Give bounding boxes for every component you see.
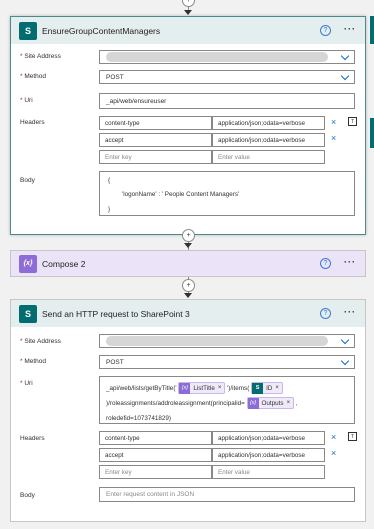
header-value[interactable]: application/json;odata=verbose <box>212 133 325 147</box>
switch-mode-icon[interactable]: T <box>348 117 357 126</box>
card-header[interactable]: S Send an HTTP request to SharePoint 3 ?… <box>11 300 365 327</box>
headers-label: Headers <box>20 119 45 126</box>
remove-header-icon[interactable]: × <box>331 449 336 458</box>
help-icon[interactable]: ? <box>320 308 331 319</box>
remove-token-icon[interactable]: × <box>287 396 291 411</box>
switch-mode-icon[interactable]: T <box>348 432 357 441</box>
site-address-dropdown[interactable] <box>99 50 355 64</box>
token-label: ID <box>266 384 273 392</box>
edge-accent <box>370 118 374 148</box>
arrow-down-icon <box>184 243 192 248</box>
chevron-down-icon[interactable] <box>340 71 350 81</box>
plus-icon: + <box>186 0 191 4</box>
header-key[interactable]: content-type <box>99 116 212 130</box>
body-placeholder: Enter request content in JSON <box>106 491 195 498</box>
more-options-icon[interactable]: ··· <box>344 257 356 267</box>
compose-icon: {x} <box>247 397 259 409</box>
more-options-icon[interactable]: ··· <box>344 24 356 34</box>
uri-text: , <box>295 400 298 407</box>
method-value: POST <box>106 73 124 81</box>
chevron-down-icon[interactable] <box>340 335 350 345</box>
more-options-icon[interactable]: ··· <box>344 307 356 317</box>
body-input[interactable]: Enter request content in JSON <box>99 487 355 502</box>
body-label: Body <box>20 177 35 184</box>
uri-input[interactable]: _api/web/lists/getByTitle(' {x} ListTitle… <box>99 376 355 424</box>
add-step-button[interactable]: + <box>182 0 195 7</box>
token-label: ListTitle <box>193 384 215 392</box>
header-value[interactable]: application/json;odata=verbose <box>212 116 325 130</box>
plus-icon: + <box>186 232 191 239</box>
token-id[interactable]: S ID × <box>251 381 283 396</box>
card-header[interactable]: {x} Compose 2 ? ··· <box>11 251 365 276</box>
uri-text: _api/web/lists/getByTitle(' <box>106 385 177 392</box>
remove-header-icon[interactable]: × <box>331 118 336 127</box>
sharepoint-icon: S <box>19 21 37 40</box>
arrow-down-icon <box>184 10 192 15</box>
header-value-input[interactable]: Enter value <box>212 465 325 479</box>
redacted-value <box>106 336 328 346</box>
action-card-compose[interactable]: {x} Compose 2 ? ··· <box>10 250 366 277</box>
uri-text: _api/web/ensureuser <box>106 97 167 105</box>
header-key[interactable]: accept <box>99 133 212 147</box>
header-value-input[interactable]: Enter value <box>212 150 325 164</box>
method-value: POST <box>106 358 124 366</box>
body-input[interactable]: { 'logonName' : ' People Content Manager… <box>99 171 355 216</box>
token-listtitle[interactable]: {x} ListTitle × <box>178 381 226 396</box>
site-address-label: * Site Address <box>20 53 61 60</box>
compose-icon: {x} <box>19 254 37 273</box>
header-key-input[interactable]: Enter key <box>99 465 212 479</box>
plus-icon: + <box>186 282 191 289</box>
compose-icon: {x} <box>179 382 191 394</box>
action-card-send-http[interactable]: S Send an HTTP request to SharePoint 3 ?… <box>10 299 366 522</box>
method-dropdown[interactable]: POST <box>99 70 355 84</box>
uri-input[interactable]: _api/web/ensureuser <box>99 93 355 109</box>
remove-header-icon[interactable]: × <box>331 433 336 442</box>
chevron-down-icon[interactable] <box>340 356 350 366</box>
card-title[interactable]: Send an HTTP request to SharePoint 3 <box>42 309 190 319</box>
header-key-input[interactable]: Enter key <box>99 150 212 164</box>
header-key[interactable]: content-type <box>99 431 212 445</box>
edge-accent <box>370 16 374 44</box>
card-title[interactable]: Compose 2 <box>42 259 85 269</box>
method-label: * Method <box>20 358 47 365</box>
uri-text: ')/items( <box>227 385 250 392</box>
token-outputs[interactable]: {x} Outputs × <box>246 396 295 411</box>
site-address-label: * Site Address <box>20 338 61 345</box>
remove-token-icon[interactable]: × <box>218 381 222 396</box>
body-label: Body <box>20 492 35 499</box>
token-label: Outputs <box>261 399 284 407</box>
remove-header-icon[interactable]: × <box>331 134 336 143</box>
remove-token-icon[interactable]: × <box>275 381 279 396</box>
card-title[interactable]: EnsureGroupContentManagers <box>42 26 160 36</box>
help-icon[interactable]: ? <box>320 258 331 269</box>
action-card-ensure-group[interactable]: S EnsureGroupContentManagers ? ··· * Sit… <box>10 16 366 235</box>
uri-text: )/roleassignments/addroleassignment(prin… <box>106 400 245 407</box>
header-value[interactable]: application/json;odata=verbose <box>212 431 325 445</box>
header-value[interactable]: application/json;odata=verbose <box>212 448 325 462</box>
body-line: 'logonName' : ' People Content Managers' <box>122 191 240 198</box>
redacted-value <box>106 52 328 62</box>
uri-label: * Uri <box>20 380 33 387</box>
add-step-button[interactable]: + <box>182 279 195 292</box>
header-key[interactable]: accept <box>99 448 212 462</box>
add-step-button[interactable]: + <box>182 229 195 242</box>
site-address-dropdown[interactable] <box>99 334 355 348</box>
uri-text: roledefid=1073741829) <box>106 415 171 422</box>
uri-label: * Uri <box>20 97 33 104</box>
help-icon[interactable]: ? <box>320 25 331 36</box>
chevron-down-icon[interactable] <box>340 51 350 61</box>
body-line: } <box>108 206 111 213</box>
sharepoint-icon: S <box>19 304 37 323</box>
body-line: { <box>108 177 111 184</box>
card-header[interactable]: S EnsureGroupContentManagers ? ··· <box>11 17 365 44</box>
method-dropdown[interactable]: POST <box>99 355 355 369</box>
sharepoint-icon: S <box>252 382 264 394</box>
method-label: * Method <box>20 73 47 80</box>
arrow-down-icon <box>184 293 192 298</box>
headers-label: Headers <box>20 435 45 442</box>
